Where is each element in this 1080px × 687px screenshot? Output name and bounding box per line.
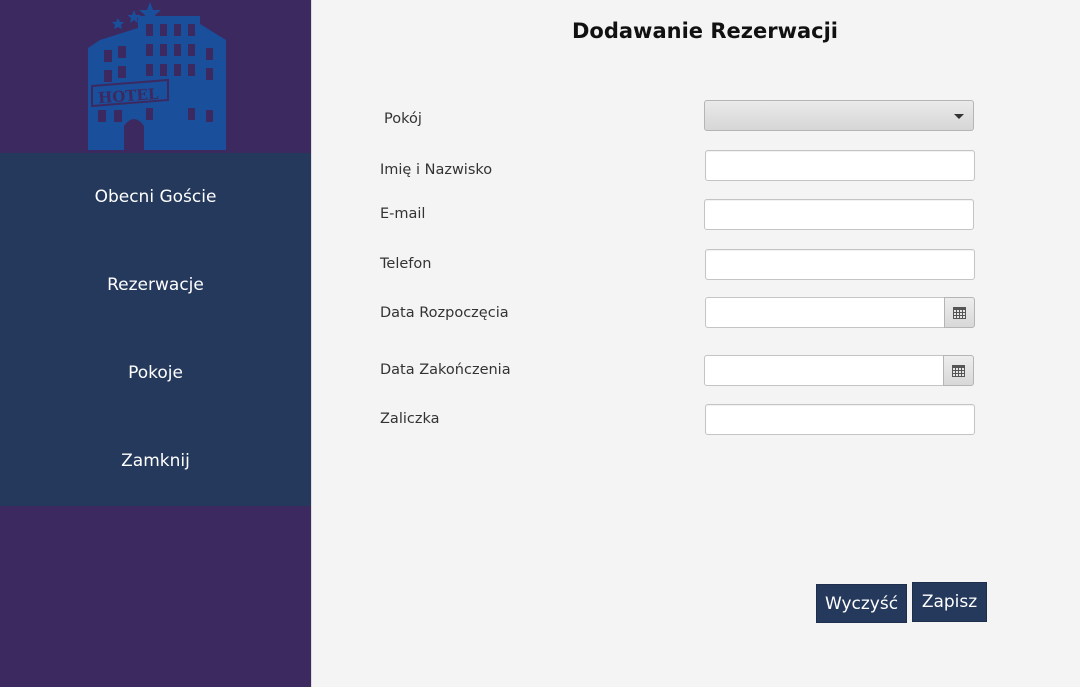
sidebar-nav: Obecni Goście Rezerwacje Pokoje Zamknij — [0, 153, 311, 506]
start-date-button[interactable] — [944, 297, 975, 328]
email-label: E-mail — [380, 206, 426, 222]
nav-item-label: Obecni Goście — [94, 187, 217, 207]
nav-item-label: Rezerwacje — [107, 275, 204, 295]
end-date-field[interactable] — [704, 355, 944, 386]
chevron-down-icon — [954, 114, 964, 119]
start-date-field[interactable] — [705, 297, 945, 328]
end-date-label: Data Zakończenia — [380, 362, 511, 378]
phone-label: Telefon — [380, 256, 432, 272]
save-button[interactable]: Zapisz — [912, 582, 987, 622]
divider — [311, 0, 312, 687]
room-select[interactable] — [704, 100, 974, 131]
hotel-logo-icon: HOTEL — [78, 0, 230, 153]
clear-button[interactable]: Wyczyść — [816, 584, 907, 623]
phone-field[interactable] — [705, 249, 975, 280]
end-date-button[interactable] — [943, 355, 974, 386]
room-label: Pokój — [384, 111, 422, 127]
name-field[interactable] — [705, 150, 975, 181]
nav-item-current-guests[interactable]: Obecni Goście — [0, 153, 311, 241]
nav-item-label: Zamknij — [121, 451, 190, 471]
nav-item-close[interactable]: Zamknij — [0, 417, 311, 505]
end-date-picker — [704, 355, 974, 386]
deposit-label: Zaliczka — [380, 411, 440, 427]
nav-item-label: Pokoje — [128, 363, 183, 383]
deposit-field[interactable] — [705, 404, 975, 435]
name-label: Imię i Nazwisko — [380, 162, 493, 178]
email-field[interactable] — [704, 199, 974, 230]
nav-item-reservations[interactable]: Rezerwacje — [0, 241, 311, 329]
nav-item-rooms[interactable]: Pokoje — [0, 329, 311, 417]
sidebar: HOTEL Obecni Goście Rezerwacje Pokoje Za… — [0, 0, 311, 687]
clear-button-label: Wyczyść — [824, 593, 899, 614]
page-title: Dodawanie Rezerwacji — [572, 19, 838, 43]
start-date-picker — [705, 297, 975, 328]
start-date-label: Data Rozpoczęcia — [380, 305, 509, 321]
calendar-icon — [953, 306, 966, 319]
save-button-label: Zapisz — [921, 592, 978, 612]
calendar-icon — [952, 364, 965, 377]
